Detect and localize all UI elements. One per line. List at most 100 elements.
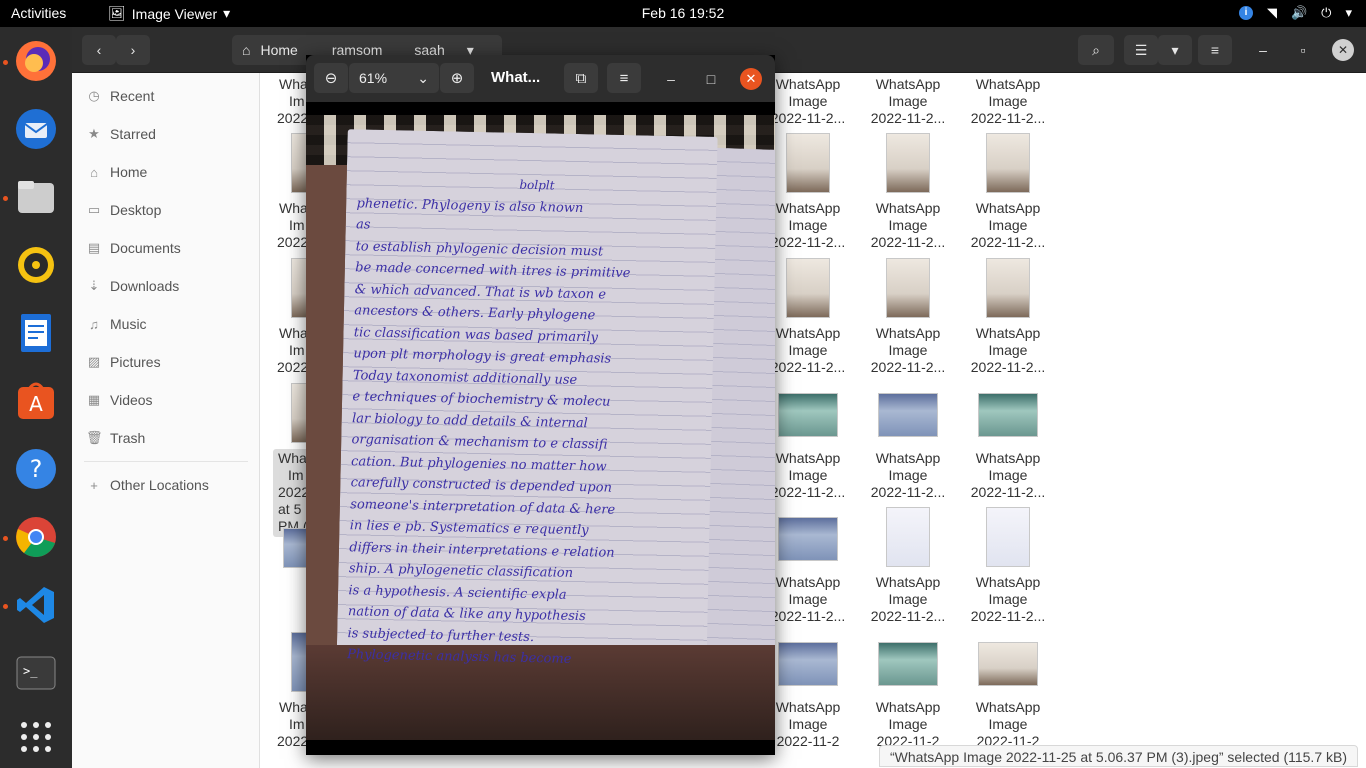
zoom-in-button[interactable]: ⊕ (440, 63, 474, 93)
file-name-line: Image (888, 342, 928, 358)
film-icon: ▦ (87, 392, 101, 407)
file-item[interactable]: WhatsAppImage2022-11-2... (859, 325, 957, 376)
top-bar: Activities 🖼 Image Viewer ▾ Feb 16 19:52… (0, 0, 1366, 27)
file-name-line: 2022-11-2... (970, 110, 1046, 126)
viewer-close-button[interactable]: ✕ (740, 68, 762, 90)
activities-button[interactable]: Activities (11, 5, 66, 21)
vscode-icon[interactable] (10, 579, 62, 631)
file-thumbnail (986, 507, 1030, 567)
list-view-button[interactable]: ☰ (1124, 35, 1158, 65)
file-thumbnail (786, 133, 830, 193)
file-item[interactable]: WhatsAppImage2022-11-2... (859, 574, 957, 625)
file-thumbnail (786, 258, 830, 318)
terminal-icon[interactable]: >_ (10, 647, 62, 699)
sidebar-item-downloads[interactable]: ⇣ Downloads (86, 274, 180, 298)
wifi-icon: ◥ (1266, 5, 1277, 20)
zoom-in-icon: ⊕ (450, 70, 464, 87)
search-button[interactable]: ⌕ (1078, 35, 1114, 65)
sidebar-item-home[interactable]: ⌂ Home (86, 160, 147, 184)
file-item[interactable]: WhatsAppImage2022-11-2 (859, 699, 957, 750)
file-name-line: 2022-11-2... (970, 234, 1046, 250)
file-thumbnail (986, 258, 1030, 318)
sidebar-item-other-locations[interactable]: + Other Locations (86, 473, 209, 497)
close-button[interactable]: ✕ (1332, 39, 1354, 61)
file-item[interactable]: WhatsAppImage2022-11-2... (859, 450, 957, 501)
viewer-maximize-button[interactable]: □ (700, 68, 722, 90)
file-thumbnail (886, 507, 930, 567)
file-name-line: WhatsApp (975, 450, 1041, 466)
back-button[interactable]: ‹ (82, 35, 116, 65)
download-icon: ⇣ (88, 278, 100, 293)
file-thumbnail (986, 133, 1030, 193)
software-icon[interactable]: A (10, 375, 62, 427)
sidebar-item-label: Desktop (110, 202, 162, 218)
file-thumbnail (978, 642, 1038, 686)
sidebar-item-label: Music (110, 316, 147, 332)
file-item[interactable]: WhatsAppImage2022-11-2... (959, 76, 1057, 127)
sidebar-item-label: Other Locations (110, 477, 209, 493)
app-menu[interactable]: 🖼 Image Viewer ▾ (108, 5, 230, 22)
picture-icon: ▨ (87, 354, 101, 369)
power-icon: ⏻ (1321, 5, 1332, 20)
chevron-right-icon: › (130, 42, 136, 58)
sidebar-item-desktop[interactable]: ▭ Desktop (86, 198, 162, 222)
chevron-down-icon: ⌄ (417, 69, 429, 86)
sidebar-item-documents[interactable]: ▤ Documents (86, 236, 181, 260)
viewer-title: What... (491, 69, 541, 86)
clock-icon: ◷ (88, 88, 100, 103)
chrome-icon[interactable] (10, 511, 62, 563)
file-item[interactable]: WhatsAppImage2022-11-2... (859, 200, 957, 251)
minimize-button[interactable]: – (1250, 35, 1276, 65)
thunderbird-icon[interactable] (10, 103, 62, 155)
file-thumbnail (778, 393, 838, 437)
menu-button[interactable]: ≡ (1198, 35, 1232, 65)
zoom-level-dropdown[interactable]: 61% ⌄ (349, 63, 439, 93)
writer-icon[interactable] (10, 307, 62, 359)
file-name-line: 2022-11-2... (870, 359, 946, 375)
clock[interactable]: Feb 16 19:52 (642, 5, 725, 21)
fullscreen-button[interactable]: ⧉ (564, 63, 598, 93)
image-viewer-window: ⊖ 61% ⌄ ⊕ What... ⧉ ≡ – □ ✕ bolplt phenet… (306, 55, 775, 755)
trash-icon: 🗑 (86, 430, 103, 445)
file-name-line: WhatsApp (975, 699, 1041, 715)
system-tray[interactable]: i ◥ 🔊 ⏻ ▾ (1238, 5, 1352, 21)
viewer-menu-button[interactable]: ≡ (607, 63, 641, 93)
file-name-line: 2022-11-2... (870, 608, 946, 624)
viewer-minimize-button[interactable]: – (660, 68, 682, 90)
home-icon: ⌂ (242, 42, 251, 58)
sidebar-item-recent[interactable]: ◷ Recent (86, 84, 154, 108)
sidebar-item-music[interactable]: ♫ Music (86, 312, 147, 336)
desktop-icon: ▭ (87, 202, 101, 217)
running-indicator (3, 536, 8, 541)
sidebar-item-trash[interactable]: 🗑 Trash (86, 426, 145, 450)
sidebar-item-starred[interactable]: ★ Starred (86, 122, 156, 146)
forward-button[interactable]: › (116, 35, 150, 65)
firefox-icon[interactable] (10, 35, 62, 87)
help-icon[interactable]: ? (10, 443, 62, 495)
zoom-level: 61% (359, 70, 388, 86)
photo-canvas[interactable]: bolplt phenetic. Phylogeny is also known a… (306, 115, 775, 740)
file-item[interactable]: WhatsAppImage2022-11-2 (959, 699, 1057, 750)
files-icon[interactable] (10, 171, 62, 223)
file-item[interactable]: WhatsAppImage2022-11-2... (959, 450, 1057, 501)
sidebar-item-pictures[interactable]: ▨ Pictures (86, 350, 161, 374)
maximize-button[interactable]: ▫ (1290, 35, 1316, 65)
file-name-line: Image (888, 467, 928, 483)
rhythmbox-icon[interactable] (10, 239, 62, 291)
sidebar-item-videos[interactable]: ▦ Videos (86, 388, 153, 412)
breadcrumb-home[interactable]: Home (260, 42, 297, 58)
file-item[interactable]: WhatsAppImage2022-11-2... (959, 325, 1057, 376)
show-apps-icon[interactable] (10, 711, 62, 763)
sidebar-item-label: Downloads (110, 278, 180, 294)
file-name-line: WhatsApp (975, 574, 1041, 590)
zoom-out-button[interactable]: ⊖ (314, 63, 348, 93)
sidebar-item-label: Recent (110, 88, 155, 104)
file-item[interactable]: WhatsAppImage2022-11-2... (959, 200, 1057, 251)
plus-icon: + (90, 477, 98, 493)
fullscreen-icon: ⧉ (575, 69, 587, 87)
info-icon[interactable]: i (1238, 6, 1253, 20)
image-viewer-icon: 🖼 (108, 5, 126, 21)
file-item[interactable]: WhatsAppImage2022-11-2... (859, 76, 957, 127)
file-item[interactable]: WhatsAppImage2022-11-2... (959, 574, 1057, 625)
view-options-button[interactable]: ▾ (1158, 35, 1192, 65)
